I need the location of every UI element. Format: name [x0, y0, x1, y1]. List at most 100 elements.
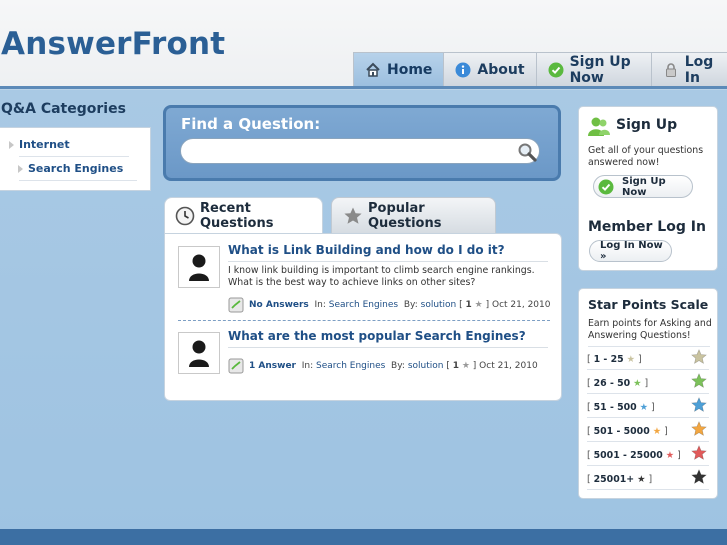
small-star-icon: ★ [665, 450, 675, 461]
star-level-row: [ 26 - 50 ★ ] [587, 372, 709, 395]
star-level-row: [ 51 - 500 ★ ] [587, 396, 709, 419]
nav-signup[interactable]: Sign Up Now [535, 52, 652, 86]
in-label: In: [301, 361, 314, 371]
question-meta: 1 Answer In: Search Engines By: solution… [228, 358, 538, 374]
question-category-link[interactable]: Search Engines [316, 361, 385, 371]
nav-home[interactable]: Home [353, 52, 445, 86]
signup-text: Get all of your questions answered now! [588, 145, 704, 168]
search-panel: Find a Question: [163, 105, 561, 181]
info-icon [455, 62, 471, 78]
star-icon [691, 421, 707, 437]
triangle-right-icon [9, 141, 14, 149]
question-date: Oct 21, 2010 [491, 300, 551, 310]
star-level-row: [ 1 - 25 ★ ] [587, 348, 709, 371]
category-item-search-engines[interactable]: Search Engines [18, 162, 123, 175]
points-badge: [ 1 ★ ] [459, 300, 490, 310]
by-label: By: [391, 361, 405, 371]
small-star-icon: ★ [637, 474, 646, 485]
question-divider [228, 347, 548, 348]
footer-bar [0, 529, 727, 545]
nav-login-label: Log In [684, 53, 714, 86]
star-icon [691, 397, 707, 413]
login-now-button[interactable]: Log In Now » [589, 240, 672, 262]
nav-home-label: Home [387, 61, 433, 78]
star-level-range: [ 1 - 25 ★ ] [587, 354, 642, 365]
star-level-divider [587, 417, 709, 418]
points-value: 1 [452, 361, 459, 371]
points-badge: [ 1 ★ ] [446, 361, 477, 371]
lock-icon [663, 62, 679, 78]
small-star-icon: ★ [626, 354, 636, 365]
login-now-label: Log In Now » [600, 240, 663, 262]
search-title: Find a Question: [181, 115, 321, 133]
author-link[interactable]: solution [421, 300, 457, 310]
avatar[interactable] [178, 332, 220, 374]
tab-popular-questions[interactable]: Popular Questions [331, 197, 496, 233]
by-label: By: [403, 300, 418, 310]
tab-recent-questions[interactable]: Recent Questions [164, 197, 323, 234]
search-input[interactable] [180, 138, 540, 164]
site-logo[interactable]: AnswerFront [1, 26, 225, 62]
tab-recent-label: Recent Questions [200, 201, 274, 231]
star-icon [691, 373, 707, 389]
answers-icon [228, 297, 244, 313]
star-level-range: [ 25001+ ★ ] [587, 474, 653, 485]
nav-login[interactable]: Log In [650, 52, 727, 86]
star-icon [691, 349, 707, 365]
users-icon [587, 115, 611, 139]
question-excerpt: I know link building is important to cli… [228, 265, 535, 288]
small-star-icon: ★ [652, 426, 662, 437]
star-icon: ★ [461, 361, 470, 371]
star-level-row: [ 25001+ ★ ] [587, 468, 709, 491]
main-nav: Home About Sign Up Now Log In [353, 52, 727, 86]
check-icon [598, 179, 614, 195]
star-level-divider [587, 393, 709, 394]
avatar[interactable] [178, 246, 220, 288]
question-title[interactable]: What is Link Building and how do I do it… [228, 243, 505, 257]
star-level-range: [ 5001 - 25000 ★ ] [587, 450, 681, 461]
points-value: 1 [465, 300, 472, 310]
clock-icon [175, 206, 195, 226]
star-level-divider [587, 369, 709, 370]
star-level-divider [587, 465, 709, 466]
nav-signup-label: Sign Up Now [569, 53, 631, 86]
star-icon: ★ [474, 300, 483, 310]
nav-about[interactable]: About [443, 52, 537, 86]
triangle-right-icon [18, 165, 23, 173]
signup-now-button[interactable]: Sign Up Now [593, 175, 693, 198]
login-title: Member Log In [588, 219, 706, 235]
author-link[interactable]: solution [408, 361, 444, 371]
questions-panel: What is Link Building and how do I do it… [164, 233, 562, 401]
answers-icon [228, 358, 244, 374]
home-icon [365, 62, 381, 78]
star-level-range: [ 26 - 50 ★ ] [587, 378, 649, 389]
star-icon [691, 469, 707, 485]
star-scale-text: Earn points for Asking and Answering Que… [588, 318, 712, 341]
answers-count[interactable]: No Answers [249, 300, 309, 310]
nav-about-label: About [477, 61, 525, 78]
star-icon [691, 445, 707, 461]
category-item-internet[interactable]: Internet [9, 138, 70, 151]
tab-popular-label: Popular Questions [368, 200, 442, 231]
star-level-row: [ 5001 - 25000 ★ ] [587, 444, 709, 467]
question-category-link[interactable]: Search Engines [329, 300, 398, 310]
star-scale-divider [588, 346, 710, 347]
star-level-range: [ 501 - 5000 ★ ] [587, 426, 668, 437]
star-scale-title: Star Points Scale [588, 297, 709, 312]
star-level-range: [ 51 - 500 ★ ] [587, 402, 655, 413]
question-meta: No Answers In: Search Engines By: soluti… [228, 297, 550, 313]
small-star-icon: ★ [633, 378, 642, 389]
categories-title: Q&A Categories [1, 101, 126, 117]
signup-title: Sign Up [616, 117, 678, 133]
star-icon [343, 206, 363, 226]
answers-count[interactable]: 1 Answer [249, 361, 296, 371]
categories-list: Internet Search Engines [0, 127, 151, 191]
signup-now-label: Sign Up Now [622, 175, 666, 198]
search-icon[interactable] [516, 141, 538, 163]
category-item-label: Internet [19, 138, 70, 151]
star-level-divider [587, 489, 709, 490]
category-item-label: Search Engines [28, 162, 124, 175]
category-divider [19, 180, 137, 181]
small-star-icon: ★ [639, 402, 649, 413]
question-title[interactable]: What are the most popular Search Engines… [228, 329, 526, 343]
